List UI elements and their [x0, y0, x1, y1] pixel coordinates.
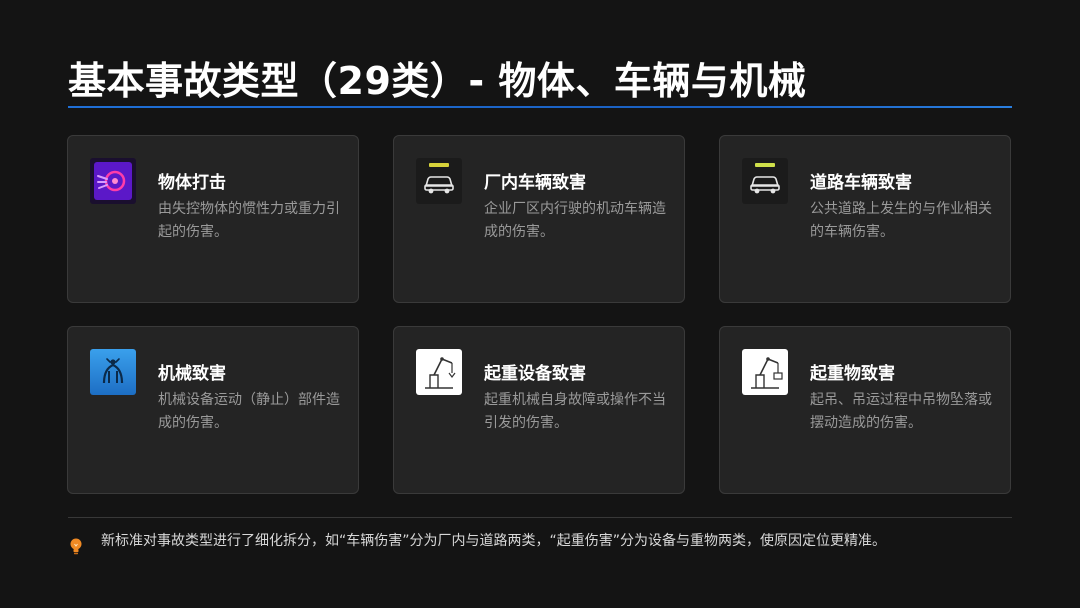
machinery-icon: [90, 349, 136, 395]
object-strike-icon: [90, 158, 136, 204]
card-title: 道路车辆致害: [810, 173, 912, 193]
card-title: 厂内车辆致害: [484, 173, 586, 193]
road-vehicle-icon: [742, 158, 788, 204]
lifted-load-icon: [742, 349, 788, 395]
card-title: 起重设备致害: [484, 364, 586, 384]
card-lifted-load: 起重物致害 起吊、吊运过程中吊物坠落或摆动造成的伤害。: [719, 326, 1011, 494]
card-description: 公共道路上发生的与作业相关的车辆伤害。: [810, 201, 992, 240]
card-description: 企业厂区内行驶的机动车辆造成的伤害。: [484, 201, 666, 240]
card-description: 由失控物体的惯性力或重力引起的伤害。: [158, 201, 340, 240]
slide: 基本事故类型（29类）- 物体、车辆与机械 物体打击 由失控物体的惯性力或重力引…: [0, 0, 1080, 608]
card-factory-vehicle: 厂内车辆致害 企业厂区内行驶的机动车辆造成的伤害。: [393, 135, 685, 303]
card-description: 起吊、吊运过程中吊物坠落或摆动造成的伤害。: [810, 392, 992, 431]
card-crane-equipment: 起重设备致害 起重机械自身故障或操作不当引发的伤害。: [393, 326, 685, 494]
crane-equipment-icon: [416, 349, 462, 395]
card-description: 起重机械自身故障或操作不当引发的伤害。: [484, 392, 666, 431]
footer-note: 新标准对事故类型进行了细化拆分，如“车辆伤害”分为厂内与道路两类，“起重伤害”分…: [101, 533, 887, 549]
card-title: 起重物致害: [810, 364, 895, 384]
card-machinery: 机械致害 机械设备运动（静止）部件造成的伤害。: [67, 326, 359, 494]
card-object-strike: 物体打击 由失控物体的惯性力或重力引起的伤害。: [67, 135, 359, 303]
card-road-vehicle: 道路车辆致害 公共道路上发生的与作业相关的车辆伤害。: [719, 135, 1011, 303]
page-title: 基本事故类型（29类）- 物体、车辆与机械: [68, 59, 807, 103]
title-underline: [68, 106, 1012, 108]
card-title: 物体打击: [158, 173, 226, 193]
factory-vehicle-icon: [416, 158, 462, 204]
footer-divider: [68, 517, 1012, 518]
card-description: 机械设备运动（静止）部件造成的伤害。: [158, 392, 340, 431]
card-title: 机械致害: [158, 364, 226, 384]
lightbulb-icon: [68, 537, 84, 557]
